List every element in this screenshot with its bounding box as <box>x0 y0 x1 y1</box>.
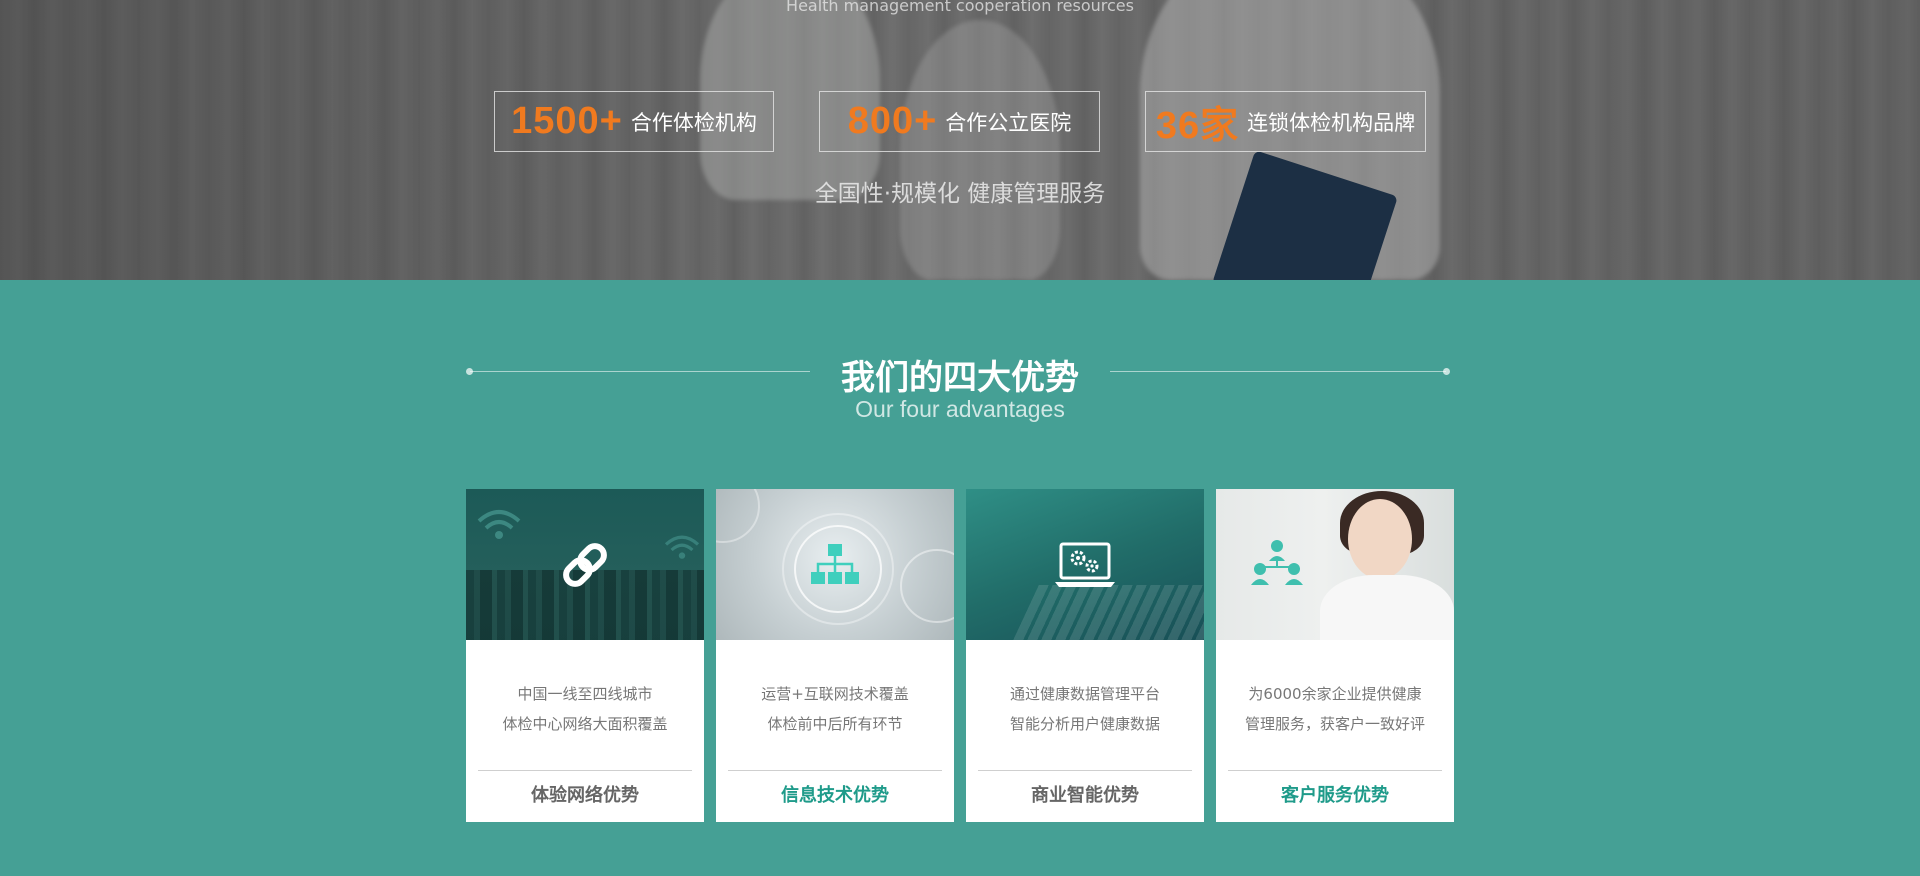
nurse-photo <box>1320 575 1454 640</box>
card-title: 客户服务优势 <box>1281 785 1389 806</box>
stat-number: 1500+ <box>511 100 623 142</box>
advantage-card-network[interactable]: 中国一线至四线城市 体检中心网络大面积覆盖 体验网络优势 <box>466 489 704 822</box>
link-icon <box>563 542 607 587</box>
advantage-card-service[interactable]: 为6000余家企业提供健康 管理服务，获客户一致好评 客户服务优势 <box>1216 489 1454 822</box>
card-description-line: 为6000余家企业提供健康 <box>1248 685 1422 703</box>
card-image <box>1216 489 1454 640</box>
hero-tagline: 全国性·规模化 健康管理服务 <box>814 181 1106 207</box>
card-image <box>716 489 954 640</box>
card-divider <box>978 770 1192 771</box>
stat-label: 合作体检机构 <box>630 110 757 135</box>
card-description-line: 体检中心网络大面积覆盖 <box>502 715 668 733</box>
stat-box-public-hospitals: 800+ 合作公立医院 <box>819 91 1100 152</box>
hero-content: Health management cooperation resources … <box>0 0 1920 280</box>
stat-box-partner-clinics: 1500+ 合作体检机构 <box>494 91 774 152</box>
laptop-gears-icon <box>1055 542 1115 587</box>
section-title: 我们的四大优势 <box>841 358 1079 398</box>
card-description: 运营+互联网技术覆盖 体检前中后所有环节 <box>716 679 954 739</box>
stat-number: 36家 <box>1155 105 1240 147</box>
stat-label: 连锁体检机构品牌 <box>1247 110 1416 135</box>
card-description: 为6000余家企业提供健康 管理服务，获客户一致好评 <box>1216 679 1454 739</box>
people-group-icon <box>1251 540 1303 585</box>
card-divider <box>478 770 692 771</box>
card-image <box>966 489 1204 640</box>
network-hierarchy-icon <box>811 543 859 584</box>
card-title: 商业智能优势 <box>1031 785 1139 806</box>
card-description: 中国一线至四线城市 体检中心网络大面积覆盖 <box>466 679 704 739</box>
stat-box-chain-brands: 36家 连锁体检机构品牌 <box>1145 91 1426 152</box>
card-description-line: 中国一线至四线城市 <box>517 685 653 703</box>
card-divider <box>728 770 942 771</box>
stat-label: 合作公立医院 <box>945 110 1072 135</box>
card-image <box>466 489 704 640</box>
card-description-line: 管理服务，获客户一致好评 <box>1244 715 1425 733</box>
section-subtitle: Our four advantages <box>855 396 1065 422</box>
card-title: 体验网络优势 <box>531 785 639 806</box>
advantage-card-it[interactable]: 运营+互联网技术覆盖 体检前中后所有环节 信息技术优势 <box>716 489 954 822</box>
card-description-line: 运营+互联网技术覆盖 <box>761 685 909 703</box>
nurse-photo <box>1348 499 1412 579</box>
card-description-line: 通过健康数据管理平台 <box>1009 685 1160 703</box>
card-divider <box>1228 770 1442 771</box>
card-description-line: 体检前中后所有环节 <box>767 715 903 733</box>
card-description: 通过健康数据管理平台 智能分析用户健康数据 <box>966 679 1204 739</box>
hero-subtitle: Health management cooperation resources <box>786 0 1134 15</box>
stat-number: 800+ <box>847 100 938 142</box>
card-description-line: 智能分析用户健康数据 <box>1009 715 1160 733</box>
card-title: 信息技术优势 <box>781 785 889 806</box>
advantage-card-bi[interactable]: 通过健康数据管理平台 智能分析用户健康数据 商业智能优势 <box>966 489 1204 822</box>
